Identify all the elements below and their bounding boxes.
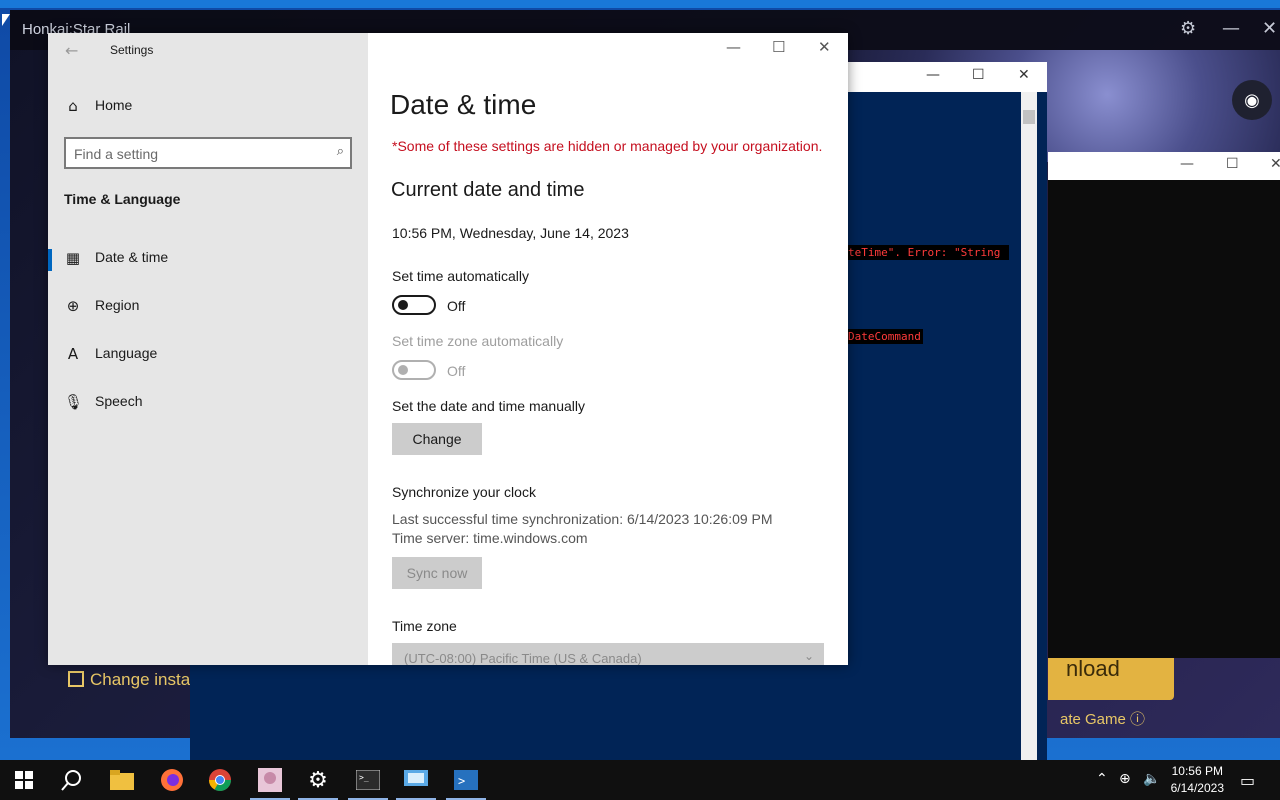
console-minimize-icon[interactable]: — [1180, 156, 1194, 172]
clock-time: 10:56 PM [1171, 764, 1223, 778]
sidebar-item-label: Date & time [95, 249, 169, 265]
powershell-scroll-thumb[interactable] [1023, 110, 1035, 124]
windows-start-icon[interactable] [0, 760, 48, 800]
sidebar-item-language[interactable]: A Language [48, 334, 368, 374]
svg-text:>: > [458, 774, 465, 788]
globe-icon: ⊕ [66, 297, 80, 315]
powershell-maximize-icon[interactable]: ☐ [972, 67, 985, 83]
sidebar-item-speech[interactable]: 🎙 Speech [48, 382, 368, 422]
mouse-cursor [2, 14, 10, 26]
launcher-close-icon[interactable]: ✕ [1262, 18, 1277, 39]
console-close-icon[interactable]: ✕ [1270, 156, 1280, 172]
manual-date-time-label: Set the date and time manually [392, 398, 586, 414]
powershell-error-line: teTime". Error: "String [846, 245, 1009, 260]
active-indicator [48, 249, 52, 271]
sidebar-item-home[interactable]: ⌂ Home [48, 86, 368, 126]
settings-content: Date & time *Some of these settings are … [390, 33, 848, 665]
auto-time-label: Set time automatically [392, 268, 529, 284]
powershell-error-line: DateCommand [846, 329, 923, 344]
console-titlebar: — ☐ ✕ [1048, 152, 1280, 180]
game-launcher-icon[interactable] [246, 760, 294, 800]
taskbar: ⚙ >_ > ⌃ ⊕ 🔈 10:56 PM 6/14/2023 ▭ [0, 760, 1280, 800]
auto-timezone-toggle[interactable] [392, 360, 436, 380]
change-install-label: Change insta [90, 670, 191, 689]
volume-icon[interactable]: 🔈 [1143, 771, 1160, 787]
auto-time-toggle[interactable] [392, 295, 436, 315]
settings-gear-icon[interactable]: ⚙ [294, 760, 342, 800]
calendar-clock-icon: ▦ [65, 249, 81, 267]
current-date-time-heading: Current date and time [391, 179, 585, 201]
firefox-icon[interactable] [148, 760, 196, 800]
org-warning: *Some of these settings are hidden or ma… [392, 138, 823, 154]
sidebar-item-label: Region [95, 297, 140, 313]
remote-desktop-icon[interactable] [392, 760, 440, 800]
auto-timezone-state: Off [447, 363, 466, 379]
auto-time-state: Off [447, 298, 466, 314]
console-maximize-icon[interactable]: ☐ [1226, 156, 1239, 172]
toggle-knob [398, 300, 408, 310]
file-explorer-icon[interactable] [98, 760, 146, 800]
sidebar-item-region[interactable]: ⊕ Region [48, 286, 368, 326]
change-button[interactable]: Change [392, 423, 482, 455]
discord-icon[interactable]: ◉ [1232, 80, 1272, 120]
sidebar-item-label: Home [95, 97, 133, 113]
search-box[interactable]: ⌕ [64, 137, 352, 169]
current-date-time-value: 10:56 PM, Wednesday, June 14, 2023 [392, 225, 629, 241]
svg-text:>_: >_ [359, 773, 369, 782]
search-icon[interactable]: ⌕ [337, 144, 344, 159]
sidebar-item-label: Speech [95, 393, 143, 409]
back-arrow-icon[interactable]: ← [65, 41, 78, 60]
powershell-close-icon[interactable]: ✕ [1018, 67, 1030, 83]
sync-now-button[interactable]: Sync now [392, 557, 482, 589]
console-window: — ☐ ✕ [1048, 152, 1280, 658]
network-icon[interactable]: ⊕ [1119, 771, 1131, 787]
sidebar-item-label: Language [95, 345, 158, 361]
time-zone-value: (UTC-08:00) Pacific Time (US & Canada) [404, 651, 642, 665]
powershell-icon[interactable]: > [442, 760, 490, 800]
powershell-scrollbar[interactable] [1021, 92, 1037, 762]
language-icon: A [67, 345, 79, 363]
show-hidden-icons-chevron-icon[interactable]: ⌃ [1096, 771, 1108, 787]
chrome-icon[interactable] [196, 760, 244, 800]
search-icon[interactable] [48, 760, 96, 800]
settings-window-title: Settings [110, 43, 154, 57]
notification-center-icon[interactable]: ▭ [1240, 771, 1255, 790]
system-clock[interactable]: 10:56 PM 6/14/2023 [1171, 763, 1224, 797]
section-heading: Time & Language [64, 191, 181, 207]
powershell-titlebar: — ☐ ✕ [848, 62, 1047, 92]
settings-sidebar: ← Settings ⌂ Home ⌕ Time & Language ▦ Da… [48, 33, 368, 665]
microphone-icon: 🎙 [64, 393, 84, 411]
time-zone-label: Time zone [392, 618, 457, 634]
home-icon: ⌂ [68, 97, 78, 115]
powershell-minimize-icon[interactable]: — [926, 67, 940, 83]
launcher-minimize-icon[interactable]: — [1222, 18, 1240, 39]
auto-timezone-label: Set time zone automatically [392, 333, 564, 349]
update-game-link[interactable]: ate Game ⓘ [1060, 708, 1145, 729]
time-zone-select[interactable]: (UTC-08:00) Pacific Time (US & Canada) ⌄ [392, 643, 824, 665]
sidebar-item-date-time[interactable]: ▦ Date & time [48, 238, 368, 278]
page-title: Date & time [390, 89, 537, 120]
sync-last-time: Last successful time synchronization: 6/… [392, 511, 773, 527]
sync-time-server: Time server: time.windows.com [392, 530, 588, 546]
search-input[interactable] [74, 144, 314, 164]
chevron-down-icon: ⌄ [803, 649, 814, 663]
settings-window: ← Settings ⌂ Home ⌕ Time & Language ▦ Da… [48, 33, 848, 665]
edit-icon [68, 671, 84, 687]
terminal-icon[interactable]: >_ [344, 760, 392, 800]
launcher-settings-icon[interactable]: ⚙ [1180, 18, 1196, 39]
change-install-link[interactable]: Change insta [68, 670, 190, 690]
toggle-knob [398, 365, 408, 375]
clock-date: 6/14/2023 [1170, 781, 1224, 795]
sync-heading: Synchronize your clock [392, 484, 536, 500]
